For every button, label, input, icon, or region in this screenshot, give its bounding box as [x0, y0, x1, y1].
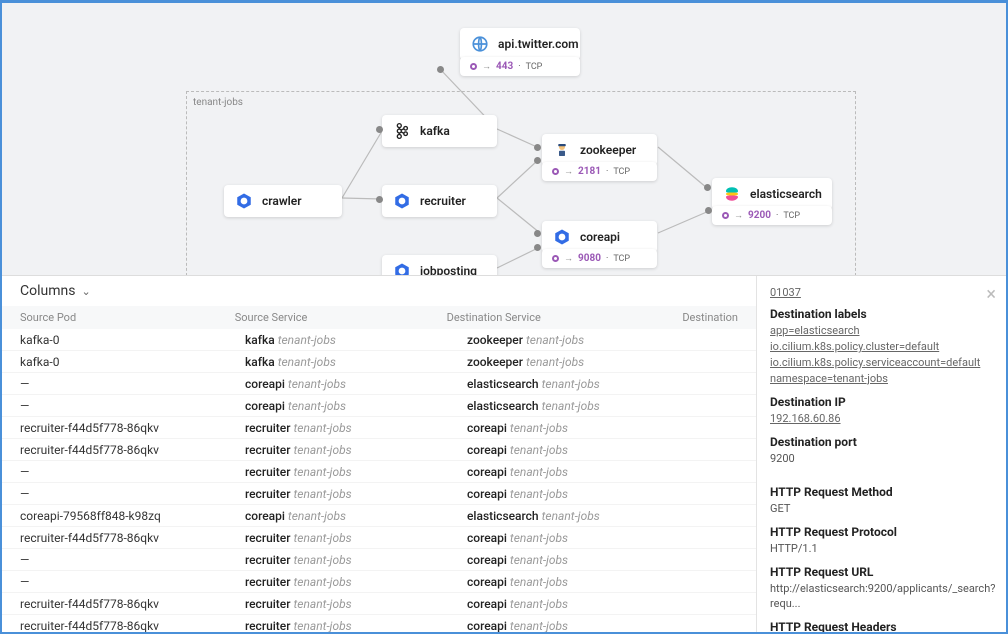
globe-icon [470, 34, 490, 54]
k8s-icon [392, 191, 412, 211]
table-row[interactable]: kafka-0kafkatenant-jobszookeepertenant-j… [2, 329, 756, 351]
arrow-icon: → [564, 166, 573, 177]
node-recruiter[interactable]: recruiter [382, 185, 497, 217]
port-dot-icon [470, 63, 477, 70]
node-label: crawler [262, 194, 302, 208]
port-dot-icon [552, 168, 559, 175]
node-twitter[interactable]: api.twitter.com [460, 28, 580, 60]
table-row[interactable]: recruiter-f44d5f778-86qkvrecruitertenant… [2, 615, 756, 632]
node-kafka[interactable]: kafka [382, 115, 497, 147]
port-dot-icon [552, 255, 559, 262]
table-row[interactable]: —recruitertenant-jobscoreapitenant-jobs [2, 461, 756, 483]
table-row[interactable]: —recruitertenant-jobscoreapitenant-jobs [2, 483, 756, 505]
th-destination-service: Destination Service [447, 311, 683, 324]
th-source-pod: Source Pod [20, 311, 235, 324]
elasticsearch-icon [722, 184, 742, 204]
node-label: coreapi [580, 230, 620, 244]
port-value: 9200 [770, 451, 993, 467]
node-label: zookeeper [580, 143, 636, 157]
k8s-icon [552, 227, 572, 247]
arrow-icon: → [564, 253, 573, 264]
node-label: recruiter [420, 194, 466, 208]
node-label: elasticsearch [750, 187, 822, 201]
table-row[interactable]: recruiter-f44d5f778-86qkvrecruitertenant… [2, 527, 756, 549]
url-value: http://elasticsearch:9200/applicants/_se… [770, 581, 993, 613]
table-row[interactable]: kafka-0kafkatenant-jobszookeepertenant-j… [2, 351, 756, 373]
kafka-icon [392, 121, 412, 141]
node-crawler[interactable]: crawler [224, 185, 342, 217]
details-panel: × 01037 Destination labels app=elasticse… [756, 276, 1006, 632]
boundary-label: tenant-jobs [193, 97, 243, 108]
columns-label: Columns [20, 283, 75, 299]
ip-value: 192.168.60.86 [770, 411, 993, 427]
table-row[interactable]: —recruitertenant-jobscoreapitenant-jobs [2, 549, 756, 571]
th-destination: Destination [682, 311, 738, 324]
columns-toggle[interactable]: Columns ⌄ [2, 276, 756, 306]
lead-id: 01037 [770, 286, 993, 299]
arrow-icon: → [482, 61, 491, 72]
node-label: kafka [420, 124, 450, 138]
port-coreapi[interactable]: →9080·TCP [542, 249, 657, 268]
k8s-icon [234, 191, 254, 211]
proto-value: HTTP/1.1 [770, 541, 993, 557]
method-value: GET [770, 501, 993, 517]
headers-heading: HTTP Request Headers [770, 620, 993, 632]
proto-heading: HTTP Request Protocol [770, 525, 993, 539]
table-row[interactable]: recruiter-f44d5f778-86qkvrecruitertenant… [2, 439, 756, 461]
zookeeper-icon [552, 140, 572, 160]
labels-heading: Destination labels [770, 307, 993, 321]
port-heading: Destination port [770, 435, 993, 449]
port-dot-icon [722, 212, 729, 219]
table-row[interactable]: coreapi-79568ff848-k98zqcoreapitenant-jo… [2, 505, 756, 527]
ip-heading: Destination IP [770, 395, 993, 409]
method-heading: HTTP Request Method [770, 485, 993, 499]
table-row[interactable]: —coreapitenant-jobselasticsearchtenant-j… [2, 373, 756, 395]
table-header: Source Pod Source Service Destination Se… [2, 306, 756, 329]
port-elasticsearch[interactable]: →9200·TCP [712, 206, 832, 225]
table-row[interactable]: —coreapitenant-jobselasticsearchtenant-j… [2, 395, 756, 417]
table-row[interactable]: recruiter-f44d5f778-86qkvrecruitertenant… [2, 417, 756, 439]
close-icon[interactable]: × [986, 284, 996, 305]
th-source-service: Source Service [235, 311, 447, 324]
chevron-down-icon: ⌄ [81, 285, 90, 298]
service-map-canvas[interactable]: api.twitter.com →443·TCP tenant-jobs kaf… [2, 3, 1006, 283]
port-twitter[interactable]: →443·TCP [460, 57, 580, 76]
node-label: api.twitter.com [498, 37, 579, 51]
url-heading: HTTP Request URL [770, 565, 993, 579]
arrow-icon: → [734, 210, 743, 221]
table-row[interactable]: —recruitertenant-jobscoreapitenant-jobs [2, 571, 756, 593]
table-row[interactable]: recruiter-f44d5f778-86qkvrecruitertenant… [2, 593, 756, 615]
port-zookeeper[interactable]: →2181·TCP [542, 162, 657, 181]
